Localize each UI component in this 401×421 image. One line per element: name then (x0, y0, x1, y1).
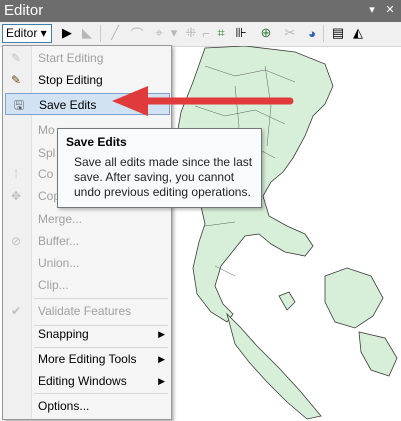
annotation-arrow-icon (112, 86, 294, 116)
